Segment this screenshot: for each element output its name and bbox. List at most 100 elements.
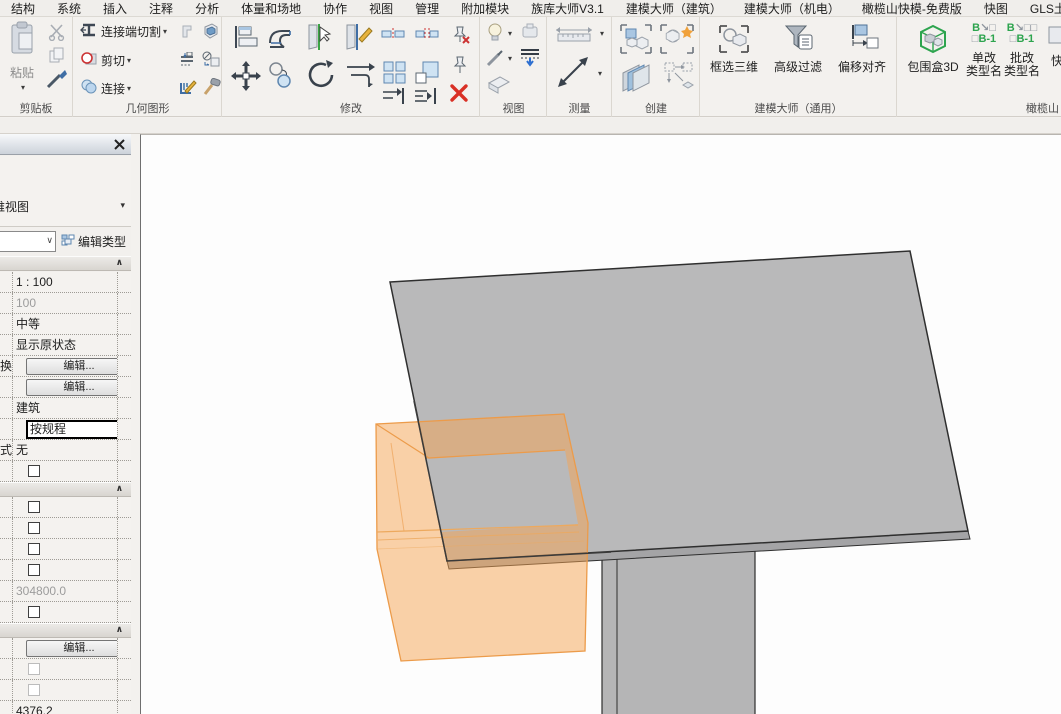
join-end-cut-button[interactable]: 连接端切割 ▾ <box>80 23 167 40</box>
menu-item-5[interactable]: 体量和场地 <box>230 0 312 17</box>
create-planes-icon[interactable] <box>619 61 657 100</box>
menu-item-8[interactable]: 管理 <box>404 0 450 17</box>
underlay-icon[interactable] <box>519 47 541 72</box>
type-selector-caret-icon[interactable]: ▾ <box>120 200 125 211</box>
profile-edit-icon[interactable] <box>178 77 198 102</box>
edit-type-button[interactable]: 编辑类型 <box>61 230 130 253</box>
linework-caret-icon[interactable]: ▾ <box>508 54 512 63</box>
menu-item-2[interactable]: 插入 <box>92 0 138 17</box>
property-value-cell[interactable]: 显示原状态 <box>14 335 118 355</box>
property-value-cell[interactable] <box>14 518 118 538</box>
property-value-cell[interactable]: 编辑... <box>14 377 118 397</box>
property-value-cell[interactable]: 编辑... <box>14 356 118 376</box>
trim-edit-icon[interactable] <box>343 23 373 56</box>
cope-icon[interactable] <box>267 25 295 54</box>
pin-icon[interactable] <box>451 55 469 80</box>
property-value-cell[interactable] <box>14 602 118 622</box>
checkbox[interactable] <box>28 522 40 534</box>
property-value-cell[interactable] <box>14 560 118 580</box>
property-value-cell[interactable] <box>14 461 118 481</box>
unpin-icon[interactable] <box>449 25 471 50</box>
match-properties-brush-icon[interactable] <box>46 69 68 94</box>
property-section-header[interactable]: ∧ <box>0 482 131 497</box>
join-end-cut-caret-icon[interactable]: ▾ <box>163 27 167 36</box>
scale-icon[interactable] <box>415 61 439 90</box>
property-value-cell[interactable]: 建筑 <box>14 398 118 418</box>
array-icon[interactable] <box>383 61 407 90</box>
align-icon[interactable] <box>233 25 259 54</box>
property-value-cell[interactable]: 编辑... <box>14 638 118 658</box>
property-input-field[interactable]: 按规程 <box>26 420 118 439</box>
rename-single-button[interactable]: B↘□□B-1 单改类型名 <box>966 23 1002 78</box>
menu-item-15[interactable]: GLS土建 <box>1019 0 1061 17</box>
create-array-paste-icon[interactable] <box>663 61 695 98</box>
render-box-icon[interactable] <box>521 23 541 44</box>
column-solid[interactable] <box>602 546 755 714</box>
box-select-3d-button[interactable]: 框选三维 <box>705 23 763 74</box>
bounding-box-3d-button[interactable]: 包围盒3D <box>902 23 964 74</box>
close-icon[interactable] <box>112 137 127 152</box>
menu-item-0[interactable]: 结构 <box>0 0 46 17</box>
lightbulb-icon[interactable] <box>487 23 503 46</box>
demolish-box-icon[interactable] <box>201 51 221 73</box>
menu-item-3[interactable]: 注释 <box>138 0 184 17</box>
advanced-filter-button[interactable]: 高级过滤 <box>769 23 827 74</box>
edit-button[interactable]: 编辑... <box>26 640 118 657</box>
property-value-cell[interactable]: 1 : 100 <box>14 272 118 292</box>
checkbox[interactable] <box>28 564 40 576</box>
edit-button[interactable]: 编辑... <box>26 358 118 375</box>
property-value-cell[interactable]: 无 <box>14 440 118 460</box>
section-box-icon[interactable] <box>486 75 512 100</box>
property-value-cell[interactable] <box>14 680 118 700</box>
lightbulb-caret-icon[interactable]: ▾ <box>508 29 512 38</box>
menu-item-13[interactable]: 橄榄山快模-免费版 <box>851 0 973 17</box>
wall-join-icon[interactable] <box>180 23 197 45</box>
checkbox[interactable] <box>28 465 40 477</box>
property-value-cell[interactable] <box>14 497 118 517</box>
demolish-hammer-icon[interactable] <box>202 78 222 101</box>
property-value-cell[interactable]: 100 <box>14 293 118 313</box>
join-geometry-caret-icon[interactable]: ▾ <box>127 84 131 93</box>
ruler-caret-icon[interactable]: ▾ <box>600 29 604 38</box>
create-group-icon[interactable] <box>619 23 653 60</box>
split-element-icon[interactable] <box>381 27 405 46</box>
cut-geometry-caret-icon[interactable]: ▾ <box>127 56 131 65</box>
paste-caret-icon[interactable]: ▾ <box>21 83 25 92</box>
checkbox[interactable] <box>28 543 40 555</box>
menu-item-4[interactable]: 分析 <box>184 0 230 17</box>
property-value-cell[interactable]: 按规程 <box>14 419 118 439</box>
diagonal-measure-icon[interactable] <box>556 55 590 94</box>
copy-icon[interactable] <box>49 47 65 68</box>
menu-item-6[interactable]: 协作 <box>312 0 358 17</box>
property-value-cell[interactable] <box>14 539 118 559</box>
cut-off-button[interactable]: 快 <box>1042 23 1061 68</box>
menu-item-10[interactable]: 族库大师V3.1 <box>520 0 615 17</box>
copy-elements-icon[interactable] <box>267 61 295 94</box>
ruler-icon[interactable] <box>554 25 594 48</box>
mass-orange-box[interactable] <box>376 414 588 661</box>
property-value-cell[interactable]: 中等 <box>14 314 118 334</box>
menu-item-14[interactable]: 快图 <box>973 0 1019 17</box>
join-geometry-button[interactable]: 连接 ▾ <box>80 79 131 97</box>
rename-batch-button[interactable]: B↘□□□B-1 批改类型名 <box>1004 23 1040 78</box>
cut-scissors-icon[interactable] <box>48 23 66 46</box>
paste-button[interactable]: 粘贴▾ <box>2 21 42 94</box>
wall-sweep-icon[interactable] <box>179 52 197 73</box>
filter-combobox[interactable]: ∨ <box>0 231 56 252</box>
edit-button[interactable]: 编辑... <box>26 379 118 396</box>
offset-align-button[interactable]: 偏移对齐 <box>833 23 891 74</box>
property-value-cell[interactable]: 4376.2 <box>14 701 118 714</box>
property-value-cell[interactable] <box>14 659 118 679</box>
move-icon[interactable] <box>231 61 261 96</box>
split-gap-icon[interactable] <box>415 27 439 46</box>
section-collapse-bar[interactable]: ∧ <box>0 256 131 271</box>
properties-title-bar[interactable] <box>0 134 131 155</box>
diagonal-measure-caret-icon[interactable]: ▾ <box>598 69 602 78</box>
offset-icon[interactable] <box>345 61 377 94</box>
type-selector[interactable]: 维视图 ▾ <box>0 156 131 227</box>
checkbox[interactable] <box>28 501 40 513</box>
cut-geometry-button[interactable]: 剪切 ▾ <box>80 51 131 69</box>
menu-item-12[interactable]: 建模大师（机电） <box>733 0 851 17</box>
property-section-header[interactable]: ∧ <box>0 623 131 638</box>
menu-item-11[interactable]: 建模大师（建筑） <box>615 0 733 17</box>
